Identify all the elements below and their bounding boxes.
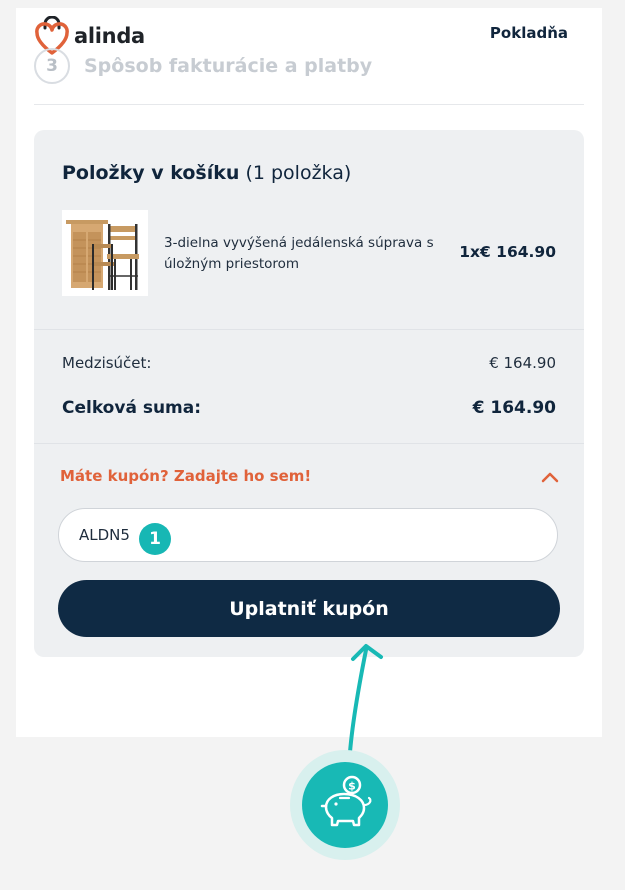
- product-name[interactable]: 3-dielna vyvýšená jedálenská súprava s ú…: [164, 233, 454, 275]
- totals-divider: [34, 443, 584, 444]
- checkout-step: 3 Spôsob fakturácie a platby: [34, 48, 372, 84]
- cart-title: Položky v košíku (1 položka): [62, 162, 351, 184]
- checkout-card: alinda Pokladňa 3 Spôsob fakturácie a pl…: [16, 8, 602, 737]
- summary-divider: [34, 329, 584, 330]
- total-label: Celková suma:: [62, 398, 202, 418]
- cart-count: (1 položka): [245, 162, 352, 184]
- step-number: 3: [34, 48, 70, 84]
- logo-text: alinda: [74, 24, 145, 48]
- total-value: € 164.90: [472, 398, 556, 418]
- coupon-toggle[interactable]: Máte kupón? Zadajte ho sem!: [60, 467, 311, 485]
- product-price: 1x€ 164.90: [459, 243, 556, 261]
- product-image[interactable]: [62, 210, 148, 296]
- svg-text:$: $: [348, 780, 356, 793]
- step-title: Spôsob fakturácie a platby: [84, 55, 373, 77]
- subtotal-label: Medzisúčet:: [62, 354, 152, 372]
- checkout-header: alinda Pokladňa 3 Spôsob fakturácie a pl…: [16, 8, 602, 106]
- step-marker-badge: 1: [139, 523, 171, 555]
- checkout-link[interactable]: Pokladňa: [490, 24, 568, 42]
- chevron-up-icon[interactable]: [540, 470, 560, 484]
- header-divider: [34, 104, 584, 105]
- piggy-bank-badge: $: [302, 762, 388, 848]
- subtotal-value: € 164.90: [489, 354, 556, 372]
- cart-title-label: Položky v košíku: [62, 162, 240, 184]
- order-summary: Položky v košíku (1 položka) 3-dielna vy…: [34, 130, 584, 657]
- apply-coupon-button[interactable]: Uplatniť kupón: [58, 580, 560, 637]
- piggy-bank-coin-icon: $: [320, 775, 372, 827]
- coupon-input[interactable]: [58, 508, 558, 562]
